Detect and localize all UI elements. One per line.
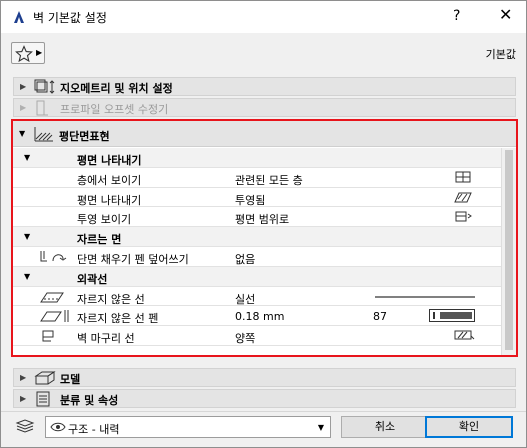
close-button[interactable]: ✕	[499, 5, 512, 24]
collapse-triangle-icon: ▼	[24, 232, 31, 242]
panel-classification-label: 분류 및 속성	[60, 394, 119, 407]
layers-icon	[15, 419, 35, 433]
setting-value[interactable]: 평면 범위로	[235, 211, 289, 227]
settings-grid: ▼ 평면 나타내기 층에서 보이기 관련된 모든 층 평면 나타내기 투영됨 투…	[13, 148, 501, 346]
setting-label: 단면 채우기 펜 덮어쓰기	[77, 252, 189, 266]
panel-geometry-label: 지오메트리 및 위치 설정	[60, 82, 173, 95]
bottom-bar: 구조 - 내력 ▼ 취소 확인	[1, 411, 526, 447]
projection-range-icon	[455, 211, 472, 222]
setting-row-floor-plan-display[interactable]: 평면 나타내기 투영됨	[13, 188, 501, 208]
window-title: 벽 기본값 설정	[33, 11, 107, 25]
group-cut-surfaces[interactable]: ▼ 자르는 면	[13, 227, 501, 247]
group-label: 외곽선	[77, 272, 108, 286]
group-floor-plan-display[interactable]: ▼ 평면 나타내기	[13, 148, 501, 168]
cancel-button[interactable]: 취소	[341, 416, 429, 438]
scrollbar[interactable]	[501, 148, 516, 355]
setting-label: 투영 보이기	[77, 213, 132, 227]
pen-number[interactable]: 87	[373, 310, 387, 323]
setting-value: 0.18 mm	[235, 310, 285, 324]
wall-end-icon	[42, 330, 54, 342]
group-outlines[interactable]: ▼ 외곽선	[13, 266, 501, 287]
panel-profile-offset: ▶ 프로파일 오프셋 수정기	[13, 98, 516, 117]
setting-value[interactable]: 관련된 모든 층	[235, 172, 303, 188]
default-label: 기본값	[485, 48, 516, 61]
expand-triangle-icon: ▶	[20, 394, 27, 403]
scrollbar-thumb[interactable]	[505, 150, 513, 350]
floor-plan-icon	[34, 127, 53, 142]
group-label: 평면 나타내기	[77, 154, 142, 167]
setting-value[interactable]: 실선	[235, 291, 255, 307]
dialog-window: 벽 기본값 설정 ? ✕ ▶ 기본값 ▶ 지오메트리 및 위치 설정 ▶ 프로파…	[0, 0, 527, 448]
setting-value[interactable]: 양쪽	[235, 330, 255, 346]
profile-icon	[36, 100, 48, 116]
panel-classification[interactable]: ▶ 분류 및 속성	[13, 389, 516, 408]
setting-label: 벽 마구리 선	[77, 332, 135, 346]
setting-label: 평면 나타내기	[77, 193, 142, 207]
panel-model-label: 모델	[60, 373, 81, 386]
group-label: 자르는 면	[77, 233, 122, 247]
collapse-triangle-icon: ▼	[24, 153, 31, 162]
title-bar: 벽 기본값 설정 ? ✕	[1, 1, 526, 33]
setting-label: 자르지 않은 선	[77, 292, 145, 306]
help-button[interactable]: ?	[453, 8, 460, 24]
line-type-preview	[375, 296, 475, 298]
eye-icon	[50, 422, 66, 432]
ok-button[interactable]: 확인	[425, 416, 513, 438]
setting-row-wall-end-lines[interactable]: 벽 마구리 선 양쪽	[13, 326, 501, 346]
layer-select[interactable]: 구조 - 내력 ▼	[45, 416, 331, 438]
expand-triangle-icon: ▶	[20, 82, 27, 91]
collapse-triangle-icon: ▼	[24, 271, 31, 281]
setting-row-uncut-lines[interactable]: 자르지 않은 선 실선	[13, 287, 501, 307]
panel-model[interactable]: ▶ 모델	[13, 368, 516, 387]
layer-value: 구조 - 내력	[68, 423, 120, 436]
uncut-pen-icon	[40, 310, 69, 323]
favorites-button[interactable]: ▶	[11, 42, 45, 64]
chevron-down-icon: ▼	[317, 423, 324, 432]
panel-floor-plan-label: 평단면표현	[59, 130, 110, 143]
panel-floor-plan-section: ▼ 평단면표현 ▼ 평면 나타내기 층에서 보이기 관련된 모든 층 평면 나타…	[11, 119, 518, 357]
panel-geometry[interactable]: ▶ 지오메트리 및 위치 설정	[13, 77, 516, 96]
panel-floor-plan-header[interactable]: ▼ 평단면표현	[13, 121, 516, 147]
wall-end-preview-icon	[454, 330, 475, 340]
setting-row-cut-fill-pen[interactable]: 단면 채우기 펜 덮어쓰기 없음	[13, 247, 501, 267]
setting-row-show-projection[interactable]: 투영 보이기 평면 범위로	[13, 207, 501, 228]
setting-row-uncut-line-pen[interactable]: 자르지 않은 선 펜 0.18 mm 87	[13, 306, 501, 327]
setting-value[interactable]: 없음	[235, 251, 255, 267]
uncut-lines-icon	[40, 292, 64, 303]
stories-icon	[455, 171, 471, 183]
classification-icon	[36, 391, 50, 407]
setting-label: 층에서 보이기	[77, 173, 142, 187]
setting-row-show-on-stories[interactable]: 층에서 보이기 관련된 모든 층	[13, 168, 501, 188]
setting-value[interactable]: 투영됨	[235, 192, 265, 208]
geometry-icon	[34, 79, 55, 94]
expand-triangle-icon: ▶	[20, 103, 27, 112]
chevron-right-icon: ▶	[36, 48, 43, 57]
star-icon	[15, 45, 33, 63]
panel-profile-offset-label: 프로파일 오프셋 수정기	[60, 103, 169, 116]
expand-triangle-icon: ▶	[20, 373, 27, 382]
setting-label: 자르지 않은 선 펜	[77, 312, 159, 326]
collapse-triangle-icon: ▼	[19, 129, 26, 138]
pen-color-swatch[interactable]	[429, 309, 475, 323]
app-icon	[14, 11, 24, 23]
cut-fill-icon	[40, 250, 67, 262]
projected-icon	[454, 192, 472, 203]
model-icon	[34, 371, 56, 385]
